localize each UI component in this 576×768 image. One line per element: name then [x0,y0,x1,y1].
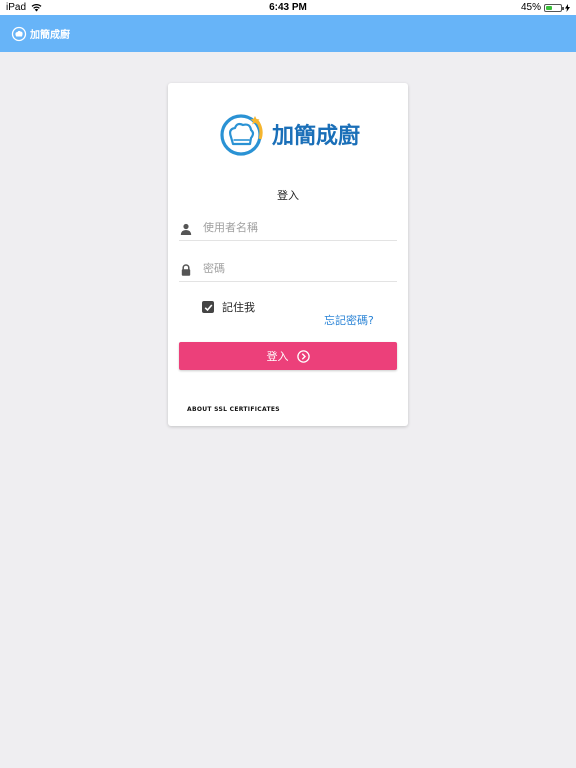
username-input[interactable] [203,218,393,236]
chef-hat-logo-icon [220,114,263,156]
status-bar: iPad 6:43 PM 45% [0,0,576,15]
battery-fill [546,5,553,10]
app-brand[interactable]: 加簡成廚 [11,26,70,42]
page-title: 登入 [277,189,299,202]
user-icon [180,223,192,235]
forgot-password-link[interactable]: 忘記密碼? [324,312,374,328]
login-button[interactable]: 登入 [179,342,397,370]
charging-bolt-icon [565,3,570,12]
ssl-certificates-link[interactable]: ABOUT SSL CERTIFICATES [187,406,280,413]
remember-me[interactable]: 記住我 [202,299,255,315]
username-field [179,214,397,241]
brand-logo: 加簡成廚 [218,109,360,159]
login-card: 加簡成廚 登入 記住我 忘記密碼? 登入 ABOUT SSL CERTIF [168,83,408,426]
check-icon [204,303,212,311]
password-input[interactable] [203,259,393,277]
brand-logo-text: 加簡成廚 [272,124,361,149]
status-right: 45% [521,2,570,13]
battery-percent: 45% [520,2,541,13]
battery-icon [544,3,564,12]
password-field [179,255,397,282]
remember-checkbox[interactable] [202,301,214,313]
arrow-circle-right-icon [296,349,310,363]
app-brand-name: 加簡成廚 [30,30,70,41]
login-button-label: 登入 [266,350,289,363]
remember-label: 記住我 [222,301,255,314]
lock-icon [181,264,191,276]
chef-hat-logo-icon [11,26,27,41]
app-bar: 加簡成廚 [0,15,576,52]
status-time: 6:43 PM [269,2,307,13]
